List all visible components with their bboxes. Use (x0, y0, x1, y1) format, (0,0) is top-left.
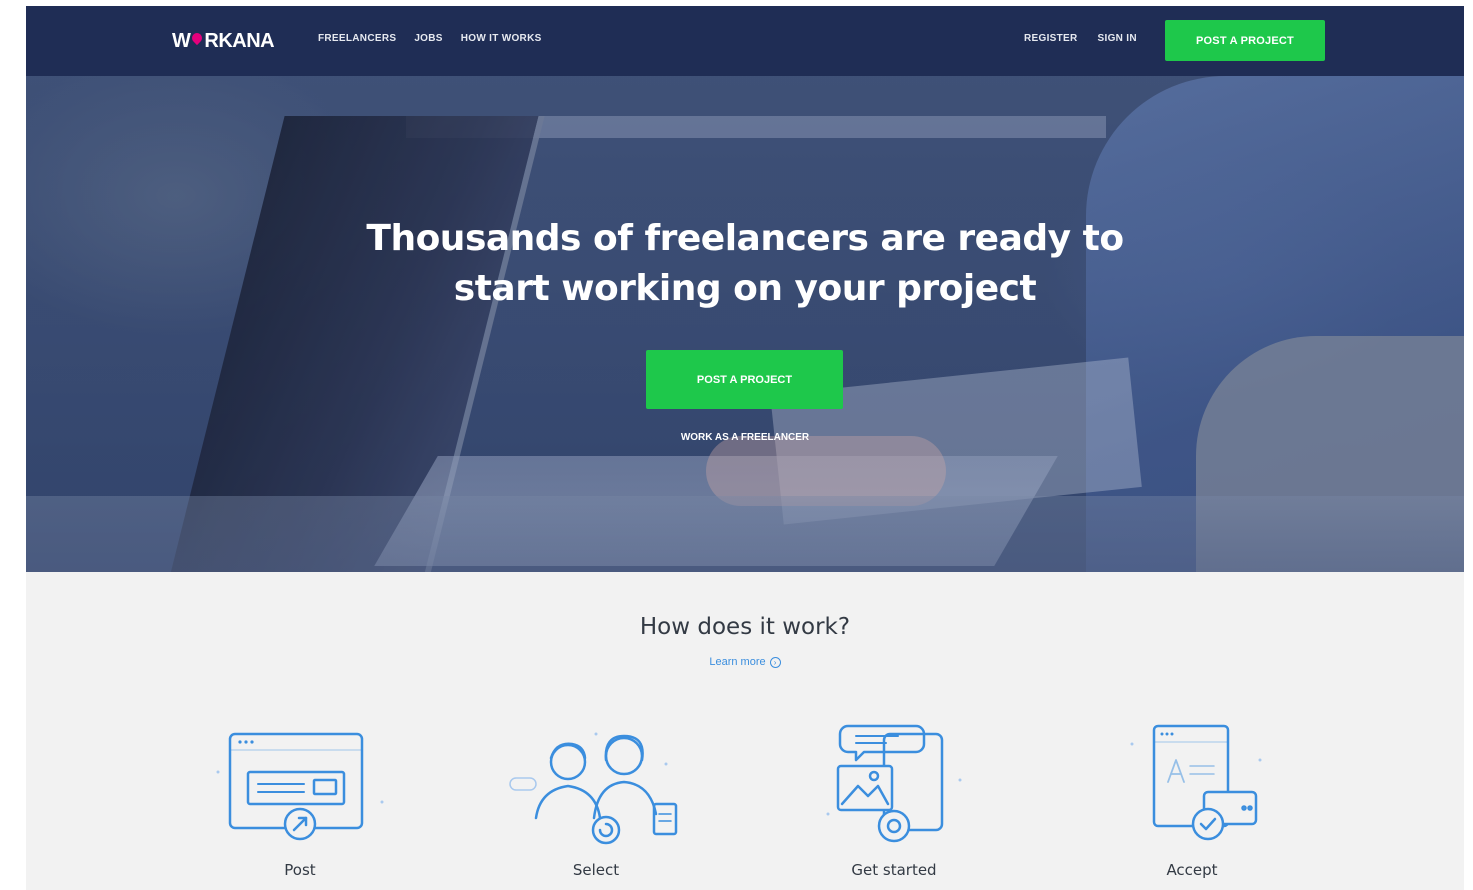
hero-title-line-2: start working on your project (453, 268, 1037, 309)
step-post: Post (200, 714, 400, 884)
step-select: Select (496, 714, 696, 884)
how-it-works-title: How does it work? (639, 614, 851, 640)
account-links: REGISTER SIGN IN (1024, 33, 1137, 44)
step-accept: Accept (1092, 714, 1292, 884)
step-select-label: Select (572, 861, 620, 879)
sign-in-link[interactable]: SIGN IN (1098, 33, 1137, 44)
arrow-right-circle-icon: › (769, 656, 781, 668)
top-navbar: W RKANA FREELANCERS JOBS HOW IT WORKS REG… (26, 6, 1464, 76)
nav-link-how-it-works[interactable]: HOW IT WORKS (461, 33, 542, 44)
register-link[interactable]: REGISTER (1024, 33, 1078, 44)
hero-title-line-1: Thousands of freelancers are ready to (366, 218, 1124, 259)
workana-logo[interactable]: W RKANA (172, 28, 275, 54)
step-accept-label: Accept (1166, 861, 1218, 879)
devices-chat-icon (826, 724, 962, 843)
browser-post-icon (216, 732, 384, 841)
page-frame: W RKANA FREELANCERS JOBS HOW IT WORKS REG… (26, 6, 1464, 890)
main-nav-links: FREELANCERS JOBS HOW IT WORKS (318, 33, 542, 44)
nav-link-jobs[interactable]: JOBS (414, 33, 442, 44)
step-get-started: Get started (794, 714, 994, 884)
logo-pin-icon (191, 33, 203, 49)
learn-more-link[interactable]: Learn more › (645, 656, 845, 668)
nav-link-freelancers[interactable]: FREELANCERS (318, 33, 396, 44)
nav-post-project-button[interactable]: POST A PROJECT (1165, 20, 1325, 61)
work-as-freelancer-link[interactable]: WORK AS A FREELANCER (626, 432, 864, 443)
hero-section: Thousands of freelancers are ready to st… (26, 76, 1464, 572)
step-post-label: Post (284, 861, 316, 879)
hero-title: Thousands of freelancers are ready to st… (245, 214, 1245, 314)
document-accept-icon (1130, 724, 1262, 841)
step-get-started-label: Get started (851, 861, 937, 879)
people-select-icon (509, 732, 678, 845)
hero-post-project-button[interactable]: POST A PROJECT (646, 350, 843, 409)
hero-photo-desk (26, 496, 1464, 572)
learn-more-label: Learn more (709, 656, 766, 668)
